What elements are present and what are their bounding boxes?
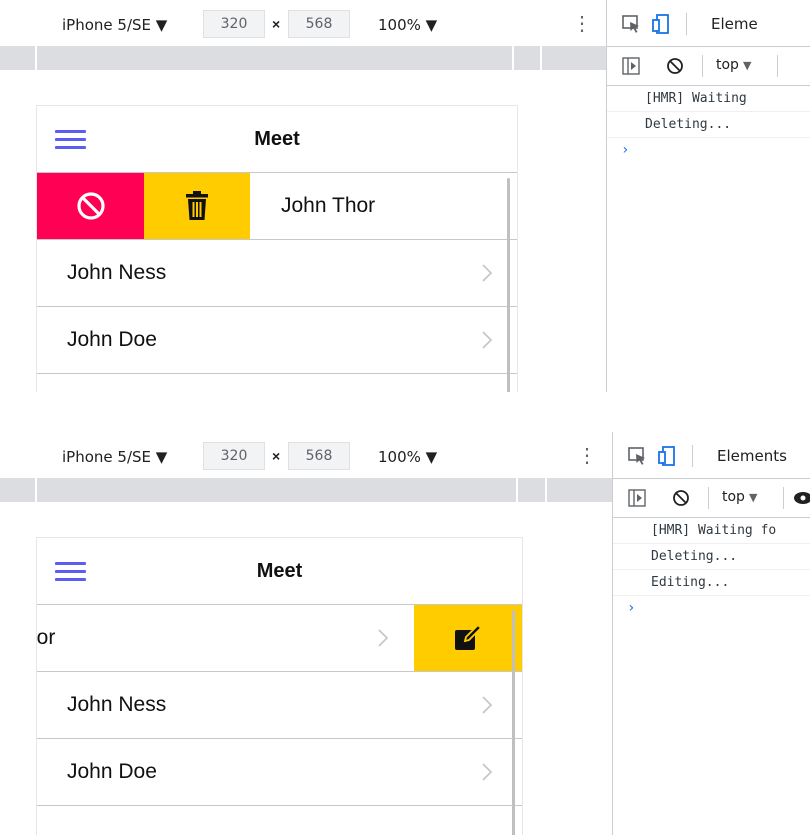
console-toolbar: top ▼ [613,479,810,518]
block-icon [76,192,105,220]
app-header: Meet [37,538,522,605]
edit-icon [455,624,483,650]
zoom-select[interactable]: 100% ▼ [378,16,437,34]
console-prompt[interactable]: › [613,596,810,621]
device-toggle-icon[interactable] [651,14,671,34]
tab-elements[interactable]: Eleme [711,15,758,33]
context-select[interactable]: top ▼ [716,57,751,73]
device-select[interactable]: iPhone 5/SE ▼ [62,16,167,34]
media-query-bar [0,478,612,502]
devtools-tabbar: Eleme [607,0,810,47]
device-toggle-icon[interactable] [657,446,677,466]
edit-action-button[interactable] [414,605,522,671]
console-line: [HMR] Waiting [607,86,810,112]
chevron-right-icon [482,763,493,781]
dimension-times: × [272,448,281,464]
screenshot-panel-top: iPhone 5/SE ▼ 320 × 568 100% ▼ ⋮ Meet Jo… [0,0,810,392]
chevron-right-icon [482,264,493,282]
tab-elements[interactable]: Elements [717,447,787,465]
device-toolbar: iPhone 5/SE ▼ 320 × 568 100% ▼ ⋮ [0,432,612,478]
list-item[interactable]: hor [37,605,522,672]
list-item[interactable]: John Ness [37,672,522,739]
scrollbar[interactable] [507,178,510,392]
chevron-right-icon [378,629,389,647]
console-prompt[interactable]: › [607,138,810,163]
clear-console-icon[interactable] [665,56,685,76]
show-sidebar-icon[interactable] [621,56,641,76]
trash-icon [186,191,208,220]
block-action-button[interactable] [37,173,144,239]
device-select[interactable]: iPhone 5/SE ▼ [62,448,167,466]
media-query-bar [0,46,606,70]
list-item[interactable]: John Thor [37,173,517,240]
contact-name: John Doe [67,760,157,783]
console-line: Deleting... [607,112,810,138]
app-header: Meet [37,106,517,173]
chevron-right-icon [482,331,493,349]
screenshot-panel-bottom: iPhone 5/SE ▼ 320 × 568 100% ▼ ⋮ Meet ho… [0,432,810,835]
phone-app: Meet John Thor John Ness John Doe [36,105,518,392]
list-item[interactable]: John Ness [37,240,517,307]
eye-icon[interactable] [793,488,810,508]
console-output: [HMR] Waiting fo Deleting... Editing... … [613,518,810,621]
devtools-panel: Eleme top ▼ [HMR] Waiting Deleting... › [606,0,810,392]
list-item[interactable]: John Doe [37,739,522,806]
chevron-right-icon [482,696,493,714]
kebab-icon[interactable]: ⋮ [577,446,597,466]
list-item[interactable]: John Doe [37,307,517,374]
device-toolbar: iPhone 5/SE ▼ 320 × 568 100% ▼ ⋮ [0,0,606,46]
zoom-select[interactable]: 100% ▼ [378,448,437,466]
height-input[interactable]: 568 [288,10,350,38]
contact-name: John Ness [67,261,167,284]
console-line: Deleting... [613,544,810,570]
contact-name: John Doe [67,328,157,351]
app-title: Meet [256,560,303,582]
scrollbar[interactable] [512,610,515,835]
app-title: Meet [254,128,300,150]
console-output: [HMR] Waiting Deleting... › [607,86,810,163]
devtools-panel: Elements top ▼ [HMR] Waiting fo Deleting.… [612,432,810,835]
show-sidebar-icon[interactable] [627,488,647,508]
phone-app: Meet hor John Ness John Doe [36,537,523,835]
dimension-times: × [272,16,281,32]
contact-name: John Thor [281,194,376,217]
trash-action-button[interactable] [144,173,250,239]
inspect-element-icon[interactable] [621,14,641,34]
height-input[interactable]: 568 [288,442,350,470]
contact-name: John Ness [67,693,167,716]
console-toolbar: top ▼ [607,47,810,86]
devtools-tabbar: Elements [613,432,810,479]
width-input[interactable]: 320 [203,10,265,38]
kebab-icon[interactable]: ⋮ [572,14,592,34]
inspect-element-icon[interactable] [627,446,647,466]
clear-console-icon[interactable] [671,488,691,508]
contact-name: hor [36,626,56,649]
console-line: [HMR] Waiting fo [613,518,810,544]
width-input[interactable]: 320 [203,442,265,470]
context-select[interactable]: top ▼ [722,489,757,505]
console-line: Editing... [613,570,810,596]
